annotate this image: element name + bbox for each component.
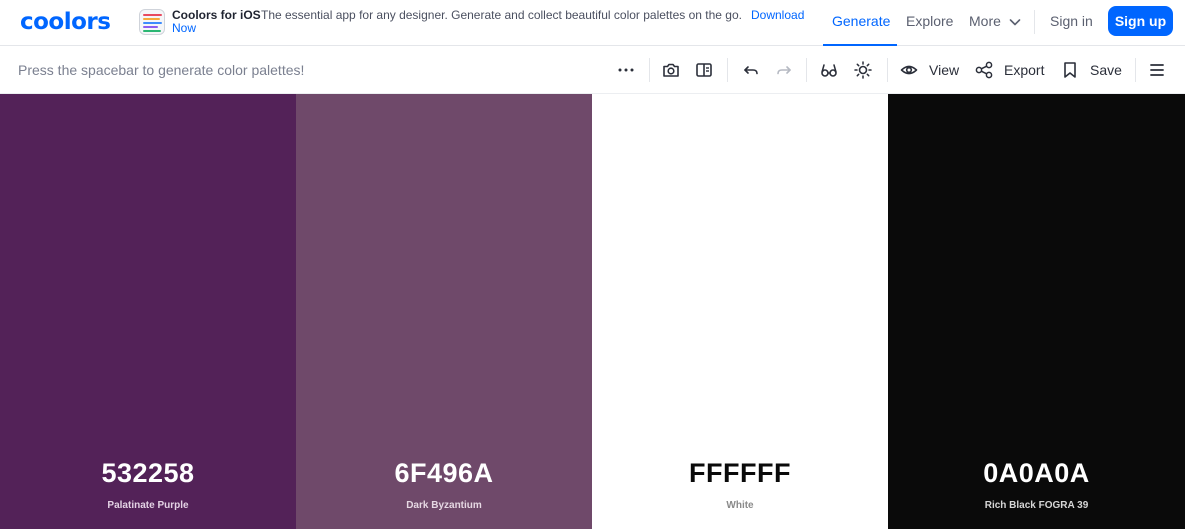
redo-icon[interactable] <box>773 59 795 81</box>
undo-icon[interactable] <box>740 59 762 81</box>
sun-icon[interactable] <box>852 59 874 81</box>
color-name[interactable]: Rich Black FOGRA 39 <box>888 500 1185 511</box>
view-button[interactable]: View <box>929 62 959 78</box>
save-button[interactable]: Save <box>1090 62 1122 78</box>
panel-icon[interactable] <box>693 59 715 81</box>
chevron-down-icon[interactable] <box>1008 15 1022 29</box>
share-icon[interactable] <box>973 59 995 81</box>
camera-icon[interactable] <box>660 59 682 81</box>
sign-in-link[interactable]: Sign in <box>1050 13 1093 29</box>
hex-code[interactable]: 6F496A <box>296 458 592 489</box>
hex-code[interactable]: FFFFFF <box>592 458 888 489</box>
eye-icon[interactable] <box>898 59 920 81</box>
generator-toolbar: Press the spacebar to generate color pal… <box>0 46 1185 94</box>
color-palette: 532258 Palatinate Purple 6F496A Dark Byz… <box>0 94 1185 529</box>
download-now-link[interactable]: Download <box>751 8 804 22</box>
toolbar-divider <box>649 58 650 82</box>
nav-divider <box>1034 10 1035 34</box>
color-swatch[interactable]: FFFFFF White <box>592 94 888 529</box>
color-swatch[interactable]: 6F496A Dark Byzantium <box>296 94 592 529</box>
download-now-link-continued[interactable]: Now <box>172 21 196 35</box>
menu-icon[interactable] <box>1146 59 1168 81</box>
toolbar-divider <box>1135 58 1136 82</box>
nav-explore[interactable]: Explore <box>906 13 953 29</box>
promo-title: Coolors for iOS <box>172 8 261 22</box>
spacebar-hint: Press the spacebar to generate color pal… <box>18 62 305 78</box>
nav-generate[interactable]: Generate <box>832 13 890 29</box>
export-button[interactable]: Export <box>1004 62 1044 78</box>
color-swatch[interactable]: 532258 Palatinate Purple <box>0 94 296 529</box>
top-nav: coolors Coolors for iOS The essential ap… <box>0 0 1185 46</box>
toolbar-divider <box>727 58 728 82</box>
sign-up-button[interactable]: Sign up <box>1108 6 1173 36</box>
color-name[interactable]: White <box>592 500 888 511</box>
app-icon[interactable] <box>139 9 165 35</box>
toolbar-divider <box>806 58 807 82</box>
color-name[interactable]: Palatinate Purple <box>0 500 296 511</box>
color-name[interactable]: Dark Byzantium <box>296 500 592 511</box>
more-dots-icon[interactable] <box>615 59 637 81</box>
promo-text: The essential app for any designer. Gene… <box>261 8 742 22</box>
nav-more[interactable]: More <box>969 13 1001 29</box>
coolors-logo[interactable]: coolors <box>20 9 111 35</box>
hex-code[interactable]: 532258 <box>0 458 296 489</box>
color-swatch[interactable]: 0A0A0A Rich Black FOGRA 39 <box>888 94 1185 529</box>
glasses-icon[interactable] <box>818 59 840 81</box>
hex-code[interactable]: 0A0A0A <box>888 458 1185 489</box>
toolbar-divider <box>887 58 888 82</box>
bookmark-icon[interactable] <box>1059 59 1081 81</box>
